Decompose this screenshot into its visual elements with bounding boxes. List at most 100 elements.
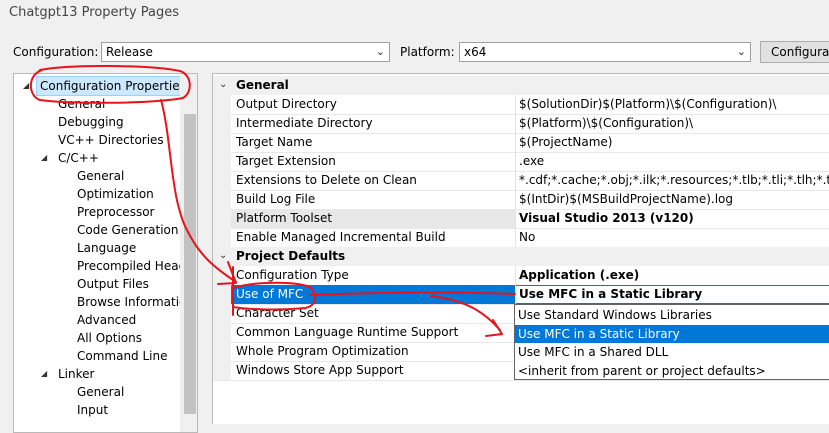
row-gutter (213, 228, 231, 247)
tree-item[interactable]: ◢ Configuration Properties (23, 77, 186, 95)
tree-item-label: C/C++ (58, 151, 99, 165)
chevron-down-icon: ⌄ (736, 45, 746, 58)
property-row[interactable]: Output Directory $(SolutionDir)$(Platform… (213, 95, 829, 115)
tree-item[interactable]: Command Line (77, 347, 168, 365)
property-name: Output Directory (236, 97, 337, 111)
tree-item-label: Preprocessor (77, 205, 155, 219)
property-value: Application (.exe) (519, 268, 640, 282)
tree-item[interactable]: All Options (77, 329, 142, 347)
property-value: $(ProjectName) (519, 135, 613, 149)
tree-item-label: Output Files (77, 277, 149, 291)
tree-item[interactable]: ◢ Linker (41, 365, 95, 383)
row-gutter (213, 133, 231, 152)
property-row[interactable]: Platform Toolset Visual Studio 2013 (v120… (213, 209, 829, 229)
dropdown-option[interactable]: <inherit from parent or project defaults… (515, 362, 829, 380)
tree-item[interactable]: Output Files (77, 275, 149, 293)
property-row[interactable]: Intermediate Directory $(Platform)\$(Conf… (213, 114, 829, 134)
tree-item-label: General (77, 385, 125, 399)
property-name: Intermediate Directory (236, 116, 373, 130)
tree-item[interactable]: Browse Information (77, 293, 194, 311)
dropdown-option[interactable]: Use MFC in a Shared DLL (515, 343, 829, 361)
tree-item[interactable]: VC++ Directories (58, 131, 164, 149)
tree-item-label: Command Line (77, 349, 168, 363)
collapse-toggle-icon[interactable]: ⌄ (219, 250, 227, 261)
expand-toggle-icon[interactable]: ◢ (23, 77, 29, 95)
property-name: Enable Managed Incremental Build (236, 230, 446, 244)
property-name: Extensions to Delete on Clean (236, 173, 417, 187)
row-gutter (213, 190, 231, 209)
property-row[interactable]: Configuration Type Application (.exe) (213, 266, 829, 286)
property-name: Windows Store App Support (236, 363, 404, 377)
tree-scrollbar-thumb[interactable] (184, 114, 196, 414)
property-value: $(SolutionDir)$(Platform)\$(Configuratio… (519, 97, 777, 111)
category-label: Project Defaults (236, 249, 346, 263)
tree-item-label: Precompiled Heade (77, 259, 194, 273)
property-tree[interactable]: ◢ Configuration Properties General Debuggin… (13, 73, 198, 433)
tree-item[interactable]: General (77, 383, 124, 401)
property-row-use-of-mfc[interactable]: Use of MFC Use MFC in a Static Library (213, 285, 829, 305)
expand-toggle-icon[interactable]: ◢ (41, 365, 47, 383)
row-gutter (213, 361, 231, 380)
property-row[interactable]: Build Log File $(IntDir)$(MSBuildProjectN… (213, 190, 829, 210)
column-divider (515, 285, 516, 304)
tree-item[interactable]: Code Generation (77, 221, 178, 239)
dropdown-option[interactable]: Use Standard Windows Libraries (515, 306, 829, 324)
column-divider (515, 133, 516, 152)
dropdown-option[interactable]: Use MFC in a Static Library (515, 324, 829, 343)
collapse-toggle-icon[interactable]: ⌄ (219, 79, 227, 90)
property-name: Target Extension (236, 154, 336, 168)
tree-item[interactable]: Input (77, 401, 108, 419)
column-divider (515, 266, 516, 285)
tree-item-label: General (58, 97, 106, 111)
platform-dropdown[interactable]: x64 ⌄ (459, 42, 751, 62)
row-gutter (213, 209, 231, 228)
property-row[interactable]: Target Name $(ProjectName) (213, 133, 829, 153)
tree-item[interactable]: General (58, 95, 105, 113)
tree-item[interactable]: Debugging (58, 113, 124, 131)
tree-item-label: Optimization (77, 187, 154, 201)
row-gutter (213, 304, 231, 323)
configuration-dropdown[interactable]: Release ⌄ (101, 42, 390, 62)
property-row[interactable]: Enable Managed Incremental Build No (213, 228, 829, 248)
row-gutter (213, 266, 231, 285)
row-gutter (213, 171, 231, 190)
configuration-manager-button[interactable]: Configurat (760, 41, 829, 63)
property-name: Whole Program Optimization (236, 344, 409, 358)
property-value: No (519, 230, 536, 244)
row-gutter (213, 95, 231, 114)
configuration-value: Release (106, 45, 153, 59)
expand-toggle-icon[interactable]: ◢ (41, 149, 47, 167)
column-divider (515, 152, 516, 171)
tree-item-label: Browse Information (77, 295, 194, 309)
row-gutter (213, 152, 231, 171)
tree-item-label: General (77, 169, 125, 183)
tree-item-label: Linker (58, 367, 95, 381)
platform-label: Platform: (400, 45, 455, 59)
tree-item[interactable]: Advanced (77, 311, 136, 329)
tree-item[interactable]: ◢ C/C++ (41, 149, 99, 167)
category-label: General (236, 78, 289, 92)
property-row[interactable]: Target Extension .exe (213, 152, 829, 172)
platform-value: x64 (464, 45, 487, 59)
row-gutter (213, 285, 231, 304)
mfc-options-dropdown[interactable]: Use Standard Windows Libraries Use MFC in… (514, 304, 829, 380)
window-title: Chatgpt13 Property Pages (9, 5, 180, 20)
tree-item-label: Configuration Properties (40, 79, 186, 93)
row-gutter (213, 323, 231, 342)
category-project-defaults[interactable]: ⌄ Project Defaults (213, 247, 829, 266)
chevron-down-icon: ⌄ (375, 45, 385, 58)
property-value: *.cdf;*.cache;*.obj;*.ilk;*.resources;*.… (519, 173, 829, 187)
tree-item-label: All Options (77, 331, 142, 345)
tree-item[interactable]: Optimization (77, 185, 154, 203)
category-general[interactable]: ⌄ General (213, 76, 829, 95)
tree-item[interactable]: Precompiled Heade (77, 257, 194, 275)
tree-item-label: Language (77, 241, 137, 255)
property-value: Use MFC in a Static Library (519, 287, 703, 301)
tree-item[interactable]: General (77, 167, 124, 185)
property-name: Platform Toolset (236, 211, 333, 225)
property-row[interactable]: Extensions to Delete on Clean *.cdf;*.cac… (213, 171, 829, 191)
tree-item[interactable]: Preprocessor (77, 203, 154, 221)
tree-item[interactable]: Language (77, 239, 136, 257)
column-divider (515, 95, 516, 114)
column-divider (515, 171, 516, 190)
